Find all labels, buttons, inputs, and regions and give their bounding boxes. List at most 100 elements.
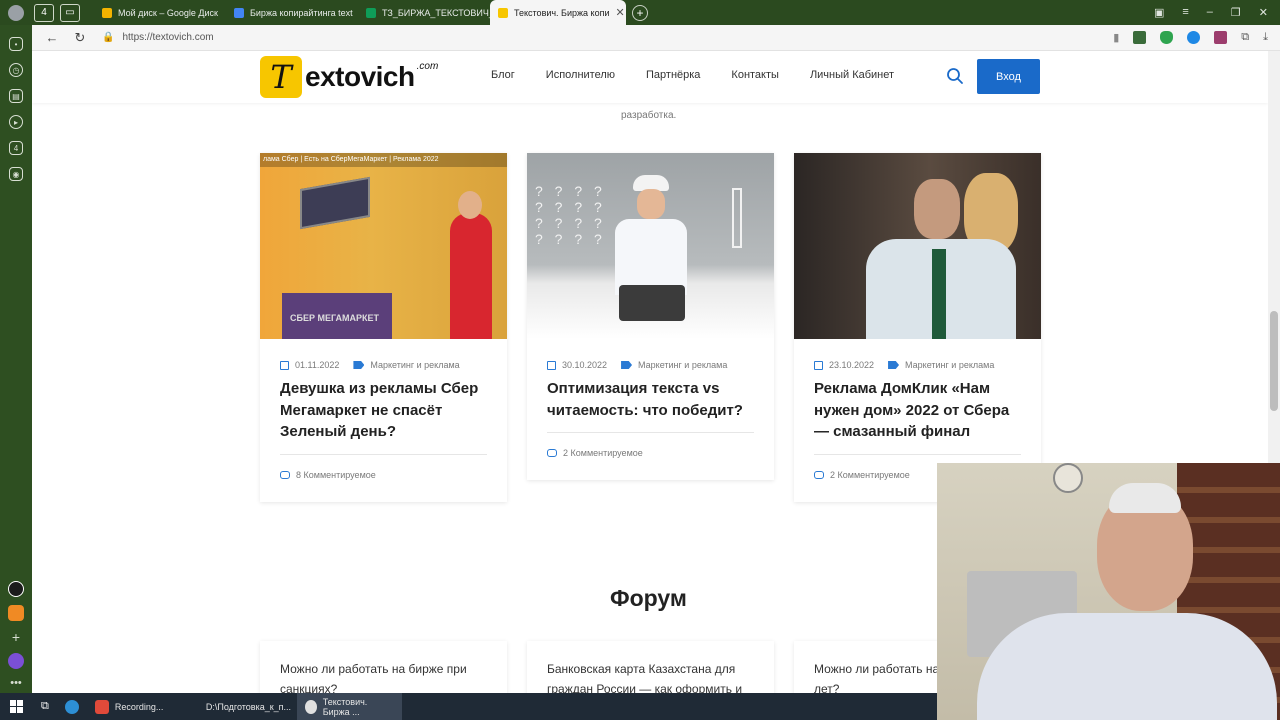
close-tab-icon[interactable]: ✕ <box>615 6 624 19</box>
alice-icon[interactable] <box>8 653 24 669</box>
edge-icon <box>64 699 79 714</box>
man-shirt <box>615 219 687 295</box>
new-tab-button[interactable]: + <box>632 4 648 21</box>
lock-icon[interactable]: 🔒 <box>102 32 114 43</box>
forum-topic[interactable]: Можно ли работать на бирже при санкциях? <box>260 641 507 695</box>
taskbar-edge[interactable] <box>57 693 87 720</box>
search-icon[interactable] <box>946 67 964 85</box>
post-category[interactable]: Маркетинг и реклама <box>370 360 459 370</box>
google-drive-icon <box>102 7 112 18</box>
sidebar-bottom: + ••• <box>8 581 24 689</box>
extension-grid-icon[interactable] <box>1133 31 1147 44</box>
tabs-overview-icon[interactable]: 4 <box>34 3 54 22</box>
w-extension-icon[interactable] <box>1214 31 1228 44</box>
forum-topic-title[interactable]: Можно ли работать на <box>814 662 939 676</box>
comments-count[interactable]: 2 Комментируемое <box>563 448 643 458</box>
history-icon[interactable]: ◷ <box>9 63 23 77</box>
browser-sidebar: • ◷ ▤ ▸ 4 ◉ + ••• <box>0 25 32 695</box>
yandex-browser-icon <box>304 699 317 714</box>
shield-icon[interactable] <box>1160 31 1174 44</box>
recorder-icon[interactable] <box>8 581 24 597</box>
comments-count[interactable]: 2 Комментируемое <box>830 470 910 480</box>
login-button[interactable]: Вход <box>977 59 1040 94</box>
menu-icon[interactable]: ≡ <box>1182 6 1188 19</box>
post-title[interactable]: Девушка из рекламы Сбер Мегамаркет не сп… <box>280 378 489 443</box>
menu-item-executor[interactable]: Исполнителю <box>546 69 615 81</box>
forum-topic-title[interactable]: Банковская карта Казахстана для граждан … <box>547 662 742 695</box>
forum-topic[interactable]: Банковская карта Казахстана для граждан … <box>527 641 774 695</box>
restore-icon[interactable]: ❐ <box>1231 6 1241 19</box>
comments-count[interactable]: 8 Комментируемое <box>296 470 376 480</box>
logo-com: .com <box>416 60 439 72</box>
back-icon[interactable]: ← <box>44 30 60 45</box>
url-field[interactable]: https://textovich.com <box>122 32 213 43</box>
post-card[interactable]: 23.10.2022 Маркетинг и реклама Реклама Д… <box>794 153 1041 502</box>
logo-mark: T <box>260 56 302 98</box>
image-caption: лама Сбер | Есть на СберМегаМаркет | Рек… <box>260 153 507 167</box>
woman-head <box>458 191 482 219</box>
taskbar-browser[interactable]: Текстович. Биржа ... <box>296 693 402 720</box>
menu-item-partner[interactable]: Партнёрка <box>646 69 700 81</box>
tab-label: ТЗ_БИРЖА_ТЕКСТОВИЧ_1 <box>382 7 490 18</box>
green-tie <box>932 249 946 339</box>
c-extension-icon[interactable] <box>1187 31 1201 44</box>
collections-icon[interactable]: ▤ <box>9 89 23 103</box>
bookmark-manager-icon[interactable]: ▣ <box>1154 6 1164 19</box>
textovich-icon <box>498 7 508 18</box>
taskbar-explorer[interactable]: D:\Подготовка_к_п... <box>192 693 297 720</box>
comments-icon <box>814 470 824 479</box>
scrollbar-thumb[interactable] <box>1270 311 1278 411</box>
post-title[interactable]: Оптимизация текста vs читаемость: что по… <box>547 378 756 421</box>
tag-icon <box>353 361 365 369</box>
close-window-icon[interactable]: ✕ <box>1259 6 1268 19</box>
taskbar-label: Recording... <box>114 701 164 712</box>
post-image-domclick[interactable] <box>794 153 1041 339</box>
app-icon[interactable] <box>8 605 24 621</box>
menu-item-contacts[interactable]: Контакты <box>731 69 779 81</box>
tab-copywriting[interactable]: Биржа копирайтинга text <box>226 0 358 25</box>
tab-google-drive[interactable]: Мой диск – Google Диск <box>94 0 226 25</box>
camera-icon[interactable]: ◉ <box>9 167 23 181</box>
extensions-icon[interactable]: ⧉ <box>1241 31 1249 44</box>
folder-icon[interactable]: ▭ <box>60 3 80 22</box>
address-bar: ← ↻ 🔒 https://textovich.com ▮ ⧉ ⤓ <box>32 25 1280 51</box>
profile-avatar[interactable] <box>8 4 24 21</box>
comments-icon <box>547 449 557 457</box>
task-view-button[interactable]: ⧉ <box>33 693 57 720</box>
main-menu: Блог Исполнителю Партнёрка Контакты Личн… <box>491 69 894 81</box>
play-icon[interactable]: ▸ <box>9 115 23 129</box>
start-button[interactable] <box>0 693 33 720</box>
post-title[interactable]: Реклама ДомКлик «Нам нужен дом» 2022 от … <box>814 378 1023 443</box>
post-category[interactable]: Маркетинг и реклама <box>638 360 727 370</box>
more-icon[interactable]: ••• <box>10 677 22 689</box>
laptop-shape <box>300 176 370 230</box>
windows-icon <box>10 700 23 713</box>
post-image-optimization[interactable]: ? ? ? ?? ? ? ?? ? ? ?? ? ? ? <box>527 153 774 339</box>
post-card[interactable]: ? ? ? ?? ? ? ?? ? ? ?? ? ? ? 30.10.2022 … <box>527 153 774 480</box>
presenter-shirt <box>977 613 1277 720</box>
download-icon[interactable]: ⤓ <box>1263 31 1268 44</box>
taskbar-recording[interactable]: Recording... <box>87 693 192 720</box>
bookmark-icon[interactable]: ▮ <box>1113 31 1119 44</box>
tab-tz[interactable]: ТЗ_БИРЖА_ТЕКСТОВИЧ_1 <box>358 0 490 25</box>
post-category[interactable]: Маркетинг и реклама <box>905 360 994 370</box>
bell-icon[interactable]: • <box>9 37 23 51</box>
question-marks-left: ? ? ? ?? ? ? ?? ? ? ?? ? ? ? <box>535 183 606 247</box>
add-icon[interactable]: + <box>12 629 20 645</box>
post-date: 23.10.2022 <box>829 360 875 370</box>
post-date: 01.11.2022 <box>295 360 340 370</box>
menu-item-cabinet[interactable]: Личный Кабинет <box>810 69 894 81</box>
calendar-icon <box>814 360 823 370</box>
tab-textovich[interactable]: Текстович. Биржа копи ✕ <box>490 0 626 25</box>
presenter-hair <box>1109 483 1181 513</box>
forum-topic-title[interactable]: Можно ли работать на бирже при санкциях? <box>280 662 467 695</box>
post-image-sber[interactable]: лама Сбер | Есть на СберМегаМаркет | Рек… <box>260 153 507 339</box>
post-card[interactable]: лама Сбер | Есть на СберМегаМаркет | Рек… <box>260 153 507 502</box>
number-four-icon[interactable]: 4 <box>9 141 23 155</box>
menu-item-blog[interactable]: Блог <box>491 69 515 81</box>
site-logo[interactable]: T extovich .com <box>260 56 438 98</box>
recording-icon <box>94 699 109 714</box>
minimize-icon[interactable]: – <box>1207 6 1213 19</box>
sheets-icon <box>366 7 376 18</box>
reload-icon[interactable]: ↻ <box>72 30 88 46</box>
